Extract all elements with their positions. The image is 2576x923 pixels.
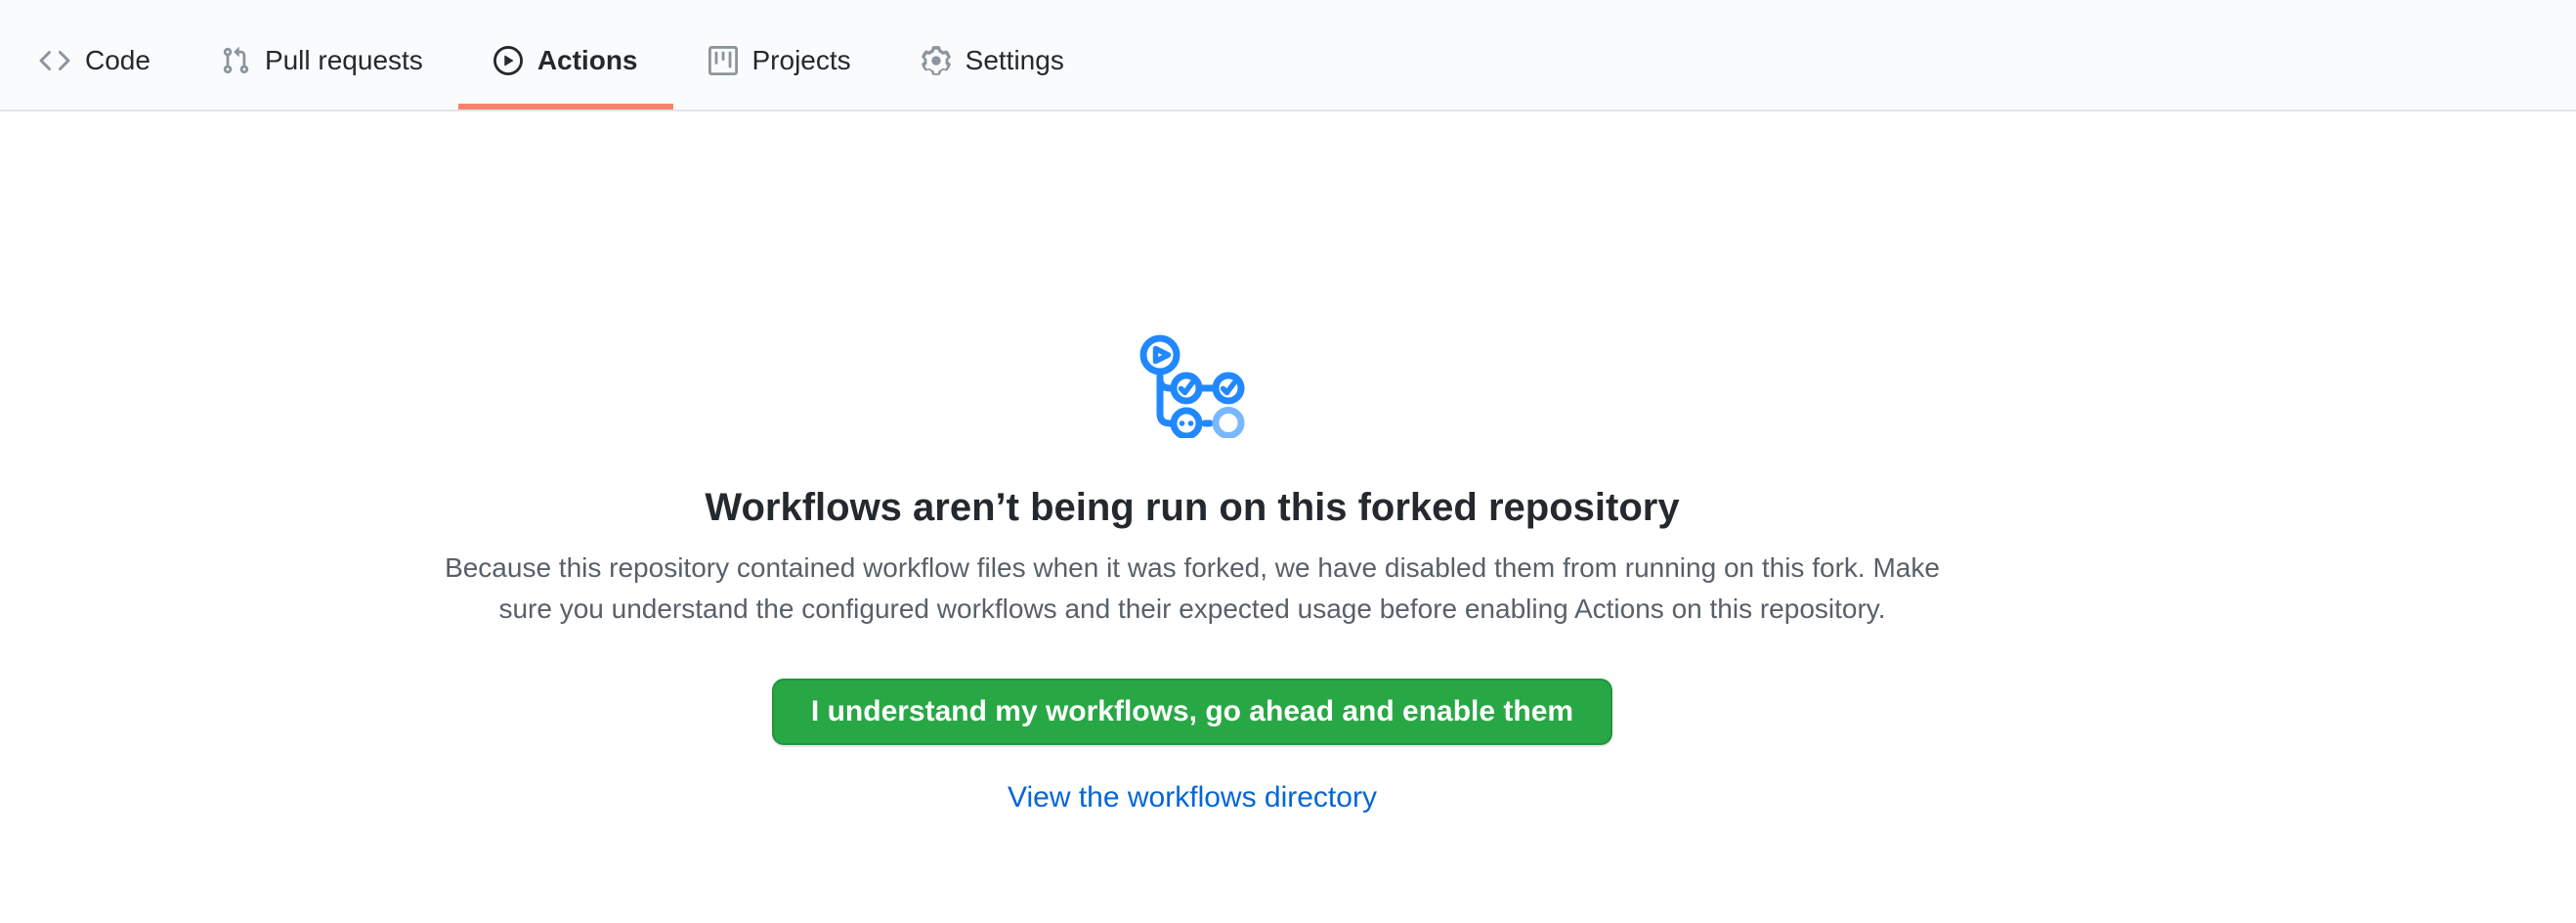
tab-projects[interactable]: Projects [673,0,886,110]
tab-pull-requests[interactable]: Pull requests [186,0,458,110]
code-icon [39,45,70,76]
tab-actions[interactable]: Actions [458,0,673,110]
tab-code-label: Code [85,47,150,74]
tab-code[interactable]: Code [4,0,186,110]
actions-blankslate: Workflows aren’t being run on this forke… [0,111,2576,923]
tab-settings[interactable]: Settings [886,0,1099,110]
view-workflows-directory-link[interactable]: View the workflows directory [1008,780,1377,815]
enable-workflows-button[interactable]: I understand my workflows, go ahead and … [772,679,1612,745]
blankslate-description: Because this repository contained workfl… [445,548,1940,630]
tab-pull-requests-label: Pull requests [265,47,423,74]
gear-icon [922,46,951,75]
workflow-illustration-icon [1139,334,1245,438]
tab-actions-label: Actions [537,47,638,74]
tab-projects-label: Projects [752,47,851,74]
project-icon [708,46,738,75]
description-line-1: Because this repository contained workfl… [445,548,1940,589]
blankslate-title: Workflows aren’t being run on this forke… [705,483,1679,532]
tab-settings-label: Settings [966,47,1064,74]
repo-nav: Code Pull requests Actions Projects [0,0,2576,111]
play-icon [494,46,523,75]
git-pull-request-icon [221,46,250,75]
description-line-2: sure you understand the configured workf… [445,589,1940,630]
